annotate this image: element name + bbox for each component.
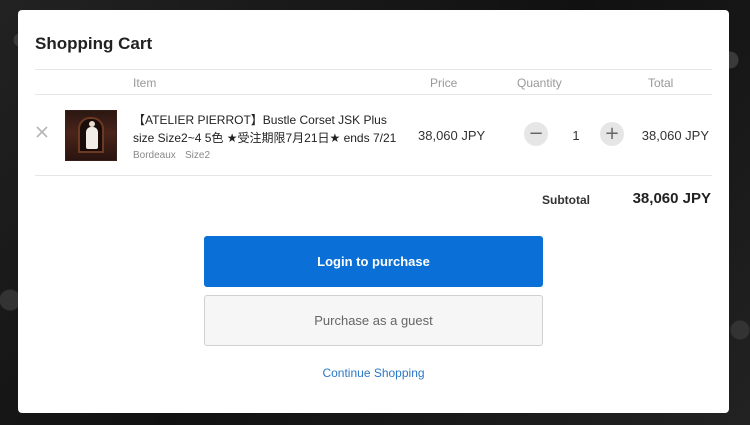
item-color: Bordeaux — [133, 150, 176, 161]
login-to-purchase-button[interactable]: Login to purchase — [204, 236, 543, 287]
divider — [35, 175, 712, 176]
column-header-item: Item — [133, 76, 157, 90]
divider — [35, 69, 712, 70]
quantity-increase-button[interactable]: + — [600, 122, 624, 146]
quantity-value: 1 — [572, 128, 580, 143]
purchase-as-guest-button[interactable]: Purchase as a guest — [204, 295, 543, 346]
shopping-cart-modal: Shopping Cart Item Price Quantity Total … — [18, 10, 729, 413]
modal-title: Shopping Cart — [35, 34, 153, 53]
item-size: Size2 — [185, 150, 211, 161]
thumbnail-figure-shape — [86, 121, 98, 149]
item-name[interactable]: 【ATELIER PIERROT】Bustle Corset JSK Plus … — [133, 111, 408, 147]
column-header-price: Price — [430, 76, 458, 90]
column-header-total: Total — [648, 76, 674, 90]
continue-shopping-link[interactable]: Continue Shopping — [18, 366, 729, 380]
divider — [35, 94, 712, 95]
product-thumbnail[interactable] — [65, 110, 117, 161]
item-total: 38,060 JPY — [641, 128, 709, 143]
quantity-decrease-button[interactable]: − — [524, 122, 548, 146]
subtotal-label: Subtotal — [542, 193, 590, 207]
item-price: 38,060 JPY — [418, 128, 486, 143]
column-header-quantity: Quantity — [517, 76, 562, 90]
close-icon[interactable] — [34, 124, 50, 140]
subtotal-value: 38,060 JPY — [632, 190, 711, 207]
